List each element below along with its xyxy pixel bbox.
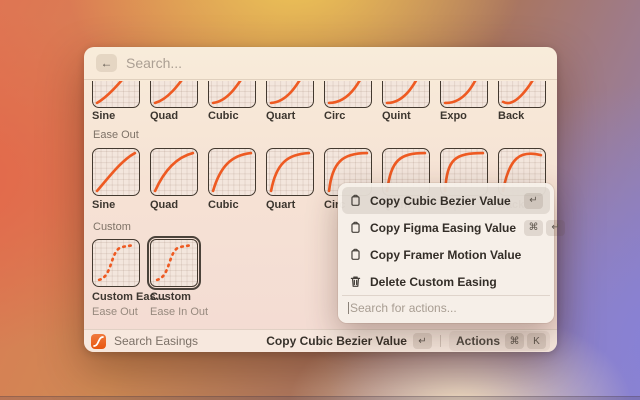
- menu-item-label: Copy Figma Easing Value: [370, 221, 516, 235]
- easing-card-custom-eas[interactable]: [92, 239, 140, 287]
- menu-item-copy-framer-motion-value[interactable]: Copy Framer Motion Value: [342, 241, 550, 268]
- shortcut-key: ↵: [524, 193, 543, 209]
- actions-label: Actions: [456, 334, 500, 348]
- background-dock-edge: [0, 396, 640, 400]
- easing-card-caption: Quart: [266, 110, 314, 122]
- clipboard-icon: [349, 248, 362, 261]
- easing-card-quart[interactable]: [266, 81, 314, 108]
- easing-name: Expo: [440, 110, 488, 122]
- section-header-custom: Custom: [93, 221, 131, 233]
- easing-card-caption: Custom Ease In Out: [150, 291, 198, 318]
- shortcut-key: ⌘: [505, 333, 524, 349]
- shortcut-key: ↵: [413, 333, 432, 349]
- easing-card-caption: Custom Eas… Ease Out: [92, 291, 140, 318]
- shortcut-key: ⌘: [524, 220, 543, 236]
- easing-card-cubic[interactable]: [208, 81, 256, 108]
- easing-card-caption: Expo: [440, 110, 488, 122]
- easing-card-caption: Cubic: [208, 199, 256, 211]
- menu-item-shortcut: ⌘↵: [524, 220, 565, 236]
- easing-name: Quad: [150, 199, 198, 211]
- menu-item-delete-custom-easing[interactable]: Delete Custom Easing: [342, 268, 550, 295]
- easing-card-quart[interactable]: [266, 148, 314, 196]
- easing-card-back[interactable]: [498, 81, 546, 108]
- action-search-input[interactable]: Search for actions...: [342, 295, 550, 319]
- easing-card-sine[interactable]: [92, 148, 140, 196]
- clipboard-icon: [349, 221, 362, 234]
- easing-card-caption: Cubic: [208, 110, 256, 122]
- easing-card-caption: Circ: [324, 110, 372, 122]
- menu-item-label: Copy Cubic Bezier Value: [370, 194, 516, 208]
- easing-card-custom[interactable]: [150, 239, 198, 287]
- easing-name: Sine: [92, 199, 140, 211]
- easing-card-caption: Sine: [92, 199, 140, 211]
- easing-card-quint[interactable]: [382, 81, 430, 108]
- easing-card-caption: Back: [498, 110, 546, 122]
- easing-card-caption: Sine: [92, 110, 140, 122]
- easing-name: Custom Eas…: [92, 291, 140, 303]
- easing-name: Quart: [266, 199, 314, 211]
- easing-card-caption: Quart: [266, 199, 314, 211]
- easing-name: Cubic: [208, 110, 256, 122]
- easing-name: Cubic: [208, 199, 256, 211]
- menu-item-copy-figma-easing-value[interactable]: Copy Figma Easing Value⌘↵: [342, 214, 550, 241]
- easing-card-sine[interactable]: [92, 81, 140, 108]
- easing-name: Quad: [150, 110, 198, 122]
- easing-app-icon: [91, 334, 106, 349]
- ease-in-row-clipped: [92, 81, 552, 108]
- menu-item-label: Delete Custom Easing: [370, 275, 535, 289]
- back-button[interactable]: ←: [96, 54, 117, 72]
- status-bar: Search Easings Copy Cubic Bezier Value ↵…: [84, 329, 557, 352]
- easing-card-expo[interactable]: [440, 81, 488, 108]
- shortcut-key: K: [527, 333, 546, 349]
- easing-card-cubic[interactable]: [208, 148, 256, 196]
- menu-item-copy-cubic-bezier-value[interactable]: Copy Cubic Bezier Value ↵: [342, 187, 550, 214]
- easing-subtitle: Ease Out: [92, 306, 140, 318]
- text-caret: [348, 302, 349, 314]
- trash-icon: [349, 275, 362, 288]
- action-panel-menu: Copy Cubic Bezier Value ↵ Copy Figma Easin…: [338, 183, 554, 323]
- footer-divider: [440, 335, 441, 347]
- actions-button[interactable]: Actions ⌘K: [449, 331, 550, 351]
- easing-card-circ[interactable]: [324, 81, 372, 108]
- easing-name: Quint: [382, 110, 430, 122]
- back-arrow-icon: ←: [101, 57, 113, 69]
- easing-name: Quart: [266, 110, 314, 122]
- easing-card-caption: Quad: [150, 110, 198, 122]
- menu-item-label: Copy Framer Motion Value: [370, 248, 535, 262]
- primary-action-shortcut: ↵: [413, 333, 432, 349]
- primary-action-label[interactable]: Copy Cubic Bezier Value: [266, 334, 407, 348]
- easing-card-caption: Quint: [382, 110, 430, 122]
- easing-name: Back: [498, 110, 546, 122]
- action-search-placeholder: Search for actions...: [350, 301, 457, 315]
- desktop-wallpaper: ← Search... Sine Quad Cubic Quart Circ Quint E…: [0, 0, 640, 400]
- actions-shortcut: ⌘K: [505, 333, 546, 349]
- search-header: ← Search...: [84, 47, 557, 80]
- easing-card-quad[interactable]: [150, 81, 198, 108]
- easing-name: Sine: [92, 110, 140, 122]
- easing-subtitle: Ease In Out: [150, 306, 198, 318]
- search-input[interactable]: Search...: [126, 55, 182, 71]
- easing-card-quad[interactable]: [150, 148, 198, 196]
- clipboard-icon: [349, 194, 362, 207]
- section-header-ease-out: Ease Out: [93, 129, 139, 141]
- easing-name: Circ: [324, 110, 372, 122]
- command-title: Search Easings: [114, 334, 198, 348]
- shortcut-key: ↵: [546, 220, 565, 236]
- easing-card-caption: Quad: [150, 199, 198, 211]
- menu-item-shortcut: ↵: [524, 193, 543, 209]
- easing-name: Custom: [150, 291, 198, 303]
